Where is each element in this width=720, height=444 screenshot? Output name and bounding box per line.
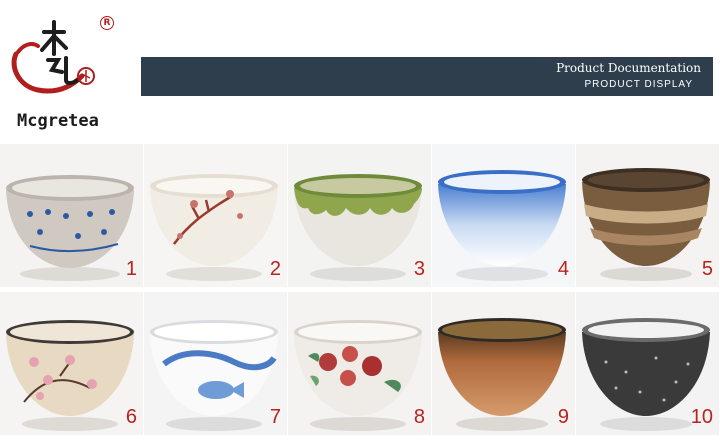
- brand-logo: R Mcgretea: [8, 14, 120, 131]
- product-number: 10: [690, 406, 713, 428]
- product-number: 4: [557, 258, 569, 280]
- bowl-image: [144, 292, 287, 435]
- registered-mark-icon: R: [100, 16, 114, 30]
- bowl-image: [288, 292, 431, 435]
- product-tile-1[interactable]: 1: [0, 144, 143, 287]
- bowl-image: [432, 292, 575, 435]
- bowl-image: [288, 144, 431, 287]
- bowl-image: [0, 144, 143, 287]
- bowl-image: [144, 144, 287, 287]
- product-tile-5[interactable]: 5: [576, 144, 719, 287]
- product-display-page: R Mcgretea Product Documentation PRODUCT…: [0, 0, 720, 444]
- product-number: 1: [125, 258, 137, 280]
- documentation-banner: Product Documentation PRODUCT DISPLAY: [141, 57, 713, 96]
- product-tile-4[interactable]: 4: [432, 144, 575, 287]
- product-grid: 1 2 3 4 5 6 7 8 9 10: [0, 144, 720, 440]
- bowl-image: [432, 144, 575, 287]
- product-number: 7: [269, 406, 281, 428]
- bowl-image: [0, 292, 143, 435]
- display-subtitle: PRODUCT DISPLAY: [584, 79, 693, 90]
- product-tile-10[interactable]: 10: [576, 292, 719, 435]
- product-number: 2: [269, 258, 281, 280]
- product-number: 6: [125, 406, 137, 428]
- product-tile-3[interactable]: 3: [288, 144, 431, 287]
- product-number: 5: [701, 258, 713, 280]
- product-tile-2[interactable]: 2: [144, 144, 287, 287]
- product-number: 8: [413, 406, 425, 428]
- product-tile-7[interactable]: 7: [144, 292, 287, 435]
- bowl-image: [576, 144, 719, 287]
- product-tile-8[interactable]: 8: [288, 292, 431, 435]
- documentation-title: Product Documentation: [556, 61, 701, 75]
- product-tile-9[interactable]: 9: [432, 292, 575, 435]
- product-number: 9: [557, 406, 569, 428]
- product-number: 3: [413, 258, 425, 280]
- product-tile-6[interactable]: 6: [0, 292, 143, 435]
- brand-name: Mcgretea: [17, 111, 99, 131]
